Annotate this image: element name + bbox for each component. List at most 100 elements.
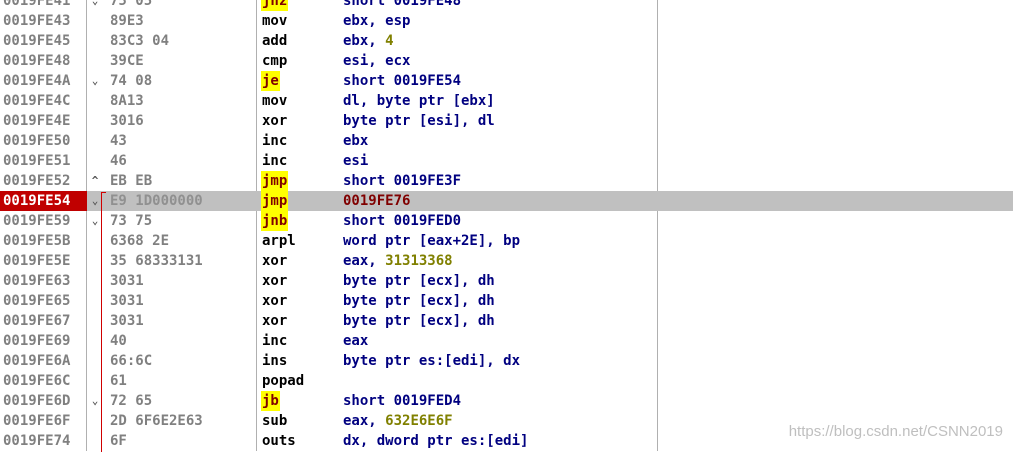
instruction-row[interactable]: 0019FE69 40 inc eax (0, 331, 1013, 351)
operands-cell[interactable]: byte ptr [ecx], dh (343, 291, 495, 311)
address-cell[interactable]: 0019FE59 (0, 211, 87, 231)
operands-cell[interactable]: eax, 632E6E6F (343, 411, 453, 431)
hex-bytes-cell[interactable]: E9 1D000000 (110, 191, 250, 211)
hex-bytes-cell[interactable]: 66:6C (110, 351, 250, 371)
address-cell[interactable]: 0019FE45 (0, 31, 87, 51)
hex-bytes-cell[interactable]: 43 (110, 131, 250, 151)
hex-bytes-cell[interactable]: 8A13 (110, 91, 250, 111)
mnemonic-cell[interactable]: arpl (262, 231, 296, 251)
instruction-row[interactable]: 0019FE43 89E3 mov ebx, esp (0, 11, 1013, 31)
address-cell[interactable]: 0019FE69 (0, 331, 87, 351)
mnemonic-cell[interactable]: jnz (261, 0, 289, 11)
mnemonic-cell[interactable]: mov (262, 91, 287, 111)
instruction-row[interactable]: 0019FE50 43 inc ebx (0, 131, 1013, 151)
address-cell[interactable]: 0019FE51 (0, 151, 87, 171)
address-cell[interactable]: 0019FE50 (0, 131, 87, 151)
address-cell[interactable]: 0019FE63 (0, 271, 87, 291)
operands-cell[interactable]: byte ptr [ecx], dh (343, 311, 495, 331)
mnemonic-cell[interactable]: jnb (261, 211, 289, 231)
address-cell[interactable]: 0019FE6F (0, 411, 87, 431)
hex-bytes-cell[interactable]: 6F (110, 431, 250, 451)
hex-bytes-cell[interactable]: 3031 (110, 311, 250, 331)
mnemonic-cell[interactable]: xor (262, 111, 287, 131)
address-cell[interactable]: 0019FE4C (0, 91, 87, 111)
address-cell[interactable]: 0019FE5B (0, 231, 87, 251)
instruction-row[interactable]: 0019FE63 3031 xor byte ptr [ecx], dh (0, 271, 1013, 291)
hex-bytes-cell[interactable]: 39CE (110, 51, 250, 71)
instruction-row[interactable]: 0019FE4A ⌄ 74 08 je short 0019FE54 (0, 71, 1013, 91)
instruction-row[interactable]: 0019FE65 3031 xor byte ptr [ecx], dh (0, 291, 1013, 311)
instruction-row[interactable]: 0019FE67 3031 xor byte ptr [ecx], dh (0, 311, 1013, 331)
mnemonic-cell[interactable]: inc (262, 331, 287, 351)
operands-cell[interactable]: short 0019FED0 (343, 211, 461, 231)
hex-bytes-cell[interactable]: 74 08 (110, 71, 250, 91)
operands-cell[interactable]: short 0019FE48 (343, 0, 461, 11)
address-cell[interactable]: 0019FE65 (0, 291, 87, 311)
mnemonic-cell[interactable]: outs (262, 431, 296, 451)
address-cell[interactable]: 0019FE43 (0, 11, 87, 31)
instruction-row[interactable]: 0019FE5B 6368 2E arpl word ptr [eax+2E], bp (0, 231, 1013, 251)
address-cell[interactable]: 0019FE41 (0, 0, 87, 11)
disassembly-view[interactable]: 0019FE41 ⌄ 75 05 jnz short 0019FE48 0019FE43 8… (0, 0, 1013, 452)
operands-cell[interactable]: byte ptr [ecx], dh (343, 271, 495, 291)
mnemonic-cell[interactable]: xor (262, 291, 287, 311)
address-cell[interactable]: 0019FE4E (0, 111, 87, 131)
instruction-row[interactable]: 0019FE48 39CE cmp esi, ecx (0, 51, 1013, 71)
instruction-row[interactable]: 0019FE4C 8A13 mov dl, byte ptr [ebx] (0, 91, 1013, 111)
mnemonic-cell[interactable]: jmp (261, 191, 289, 211)
address-cell[interactable]: 0019FE48 (0, 51, 87, 71)
operands-cell[interactable]: dl, byte ptr [ebx] (343, 91, 495, 111)
operands-cell[interactable]: ebx, 4 (343, 31, 394, 51)
hex-bytes-cell[interactable]: 73 75 (110, 211, 250, 231)
address-cell[interactable]: 0019FE67 (0, 311, 87, 331)
mnemonic-cell[interactable]: ins (262, 351, 287, 371)
instruction-row[interactable]: 0019FE6A 66:6C ins byte ptr es:[edi], dx (0, 351, 1013, 371)
address-cell[interactable]: 0019FE74 (0, 431, 87, 451)
instruction-row[interactable]: 0019FE41 ⌄ 75 05 jnz short 0019FE48 (0, 0, 1013, 11)
hex-bytes-cell[interactable]: 40 (110, 331, 250, 351)
address-cell[interactable]: 0019FE6D (0, 391, 87, 411)
hex-bytes-cell[interactable]: 2D 6F6E2E63 (110, 411, 250, 431)
hex-bytes-cell[interactable]: 3031 (110, 271, 250, 291)
operands-cell[interactable]: word ptr [eax+2E], bp (343, 231, 520, 251)
mnemonic-cell[interactable]: xor (262, 271, 287, 291)
hex-bytes-cell[interactable]: 3016 (110, 111, 250, 131)
hex-bytes-cell[interactable]: 61 (110, 371, 250, 391)
operands-cell[interactable]: 0019FE76 (343, 191, 410, 211)
operands-cell[interactable]: byte ptr [esi], dl (343, 111, 495, 131)
operands-cell[interactable]: ebx (343, 131, 368, 151)
instruction-row[interactable]: 0019FE45 83C3 04 add ebx, 4 (0, 31, 1013, 51)
mnemonic-cell[interactable]: inc (262, 131, 287, 151)
operands-cell[interactable]: dx, dword ptr es:[edi] (343, 431, 528, 451)
instruction-row[interactable]: 0019FE5E 35 68333131 xor eax, 31313368 (0, 251, 1013, 271)
instruction-row[interactable]: 0019FE4E 3016 xor byte ptr [esi], dl (0, 111, 1013, 131)
hex-bytes-cell[interactable]: 35 68333131 (110, 251, 250, 271)
instruction-row[interactable]: 0019FE51 46 inc esi (0, 151, 1013, 171)
mnemonic-cell[interactable]: popad (262, 371, 304, 391)
hex-bytes-cell[interactable]: EB EB (110, 171, 250, 191)
hex-bytes-cell[interactable]: 72 65 (110, 391, 250, 411)
operands-cell[interactable]: byte ptr es:[edi], dx (343, 351, 520, 371)
operands-cell[interactable]: short 0019FE54 (343, 71, 461, 91)
mnemonic-cell[interactable]: je (261, 71, 280, 91)
operands-cell[interactable]: esi (343, 151, 368, 171)
instruction-row[interactable]: 0019FE52 ^ EB EB jmp short 0019FE3F (0, 171, 1013, 191)
mnemonic-cell[interactable]: cmp (262, 51, 287, 71)
operands-cell[interactable]: eax, 31313368 (343, 251, 453, 271)
instruction-row[interactable]: 0019FE6C 61 popad (0, 371, 1013, 391)
hex-bytes-cell[interactable]: 89E3 (110, 11, 250, 31)
address-cell[interactable]: 0019FE4A (0, 71, 87, 91)
operands-cell[interactable]: short 0019FED4 (343, 391, 461, 411)
mnemonic-cell[interactable]: mov (262, 11, 287, 31)
mnemonic-cell[interactable]: jmp (261, 171, 289, 191)
hex-bytes-cell[interactable]: 46 (110, 151, 250, 171)
address-cell[interactable]: 0019FE5E (0, 251, 87, 271)
instruction-row[interactable]: 0019FE59 ⌄ 73 75 jnb short 0019FED0 (0, 211, 1013, 231)
operands-cell[interactable]: ebx, esp (343, 11, 410, 31)
mnemonic-cell[interactable]: xor (262, 251, 287, 271)
hex-bytes-cell[interactable]: 83C3 04 (110, 31, 250, 51)
mnemonic-cell[interactable]: sub (262, 411, 287, 431)
instruction-row[interactable]: 0019FE6D ⌄ 72 65 jb short 0019FED4 (0, 391, 1013, 411)
operands-cell[interactable]: eax (343, 331, 368, 351)
hex-bytes-cell[interactable]: 3031 (110, 291, 250, 311)
